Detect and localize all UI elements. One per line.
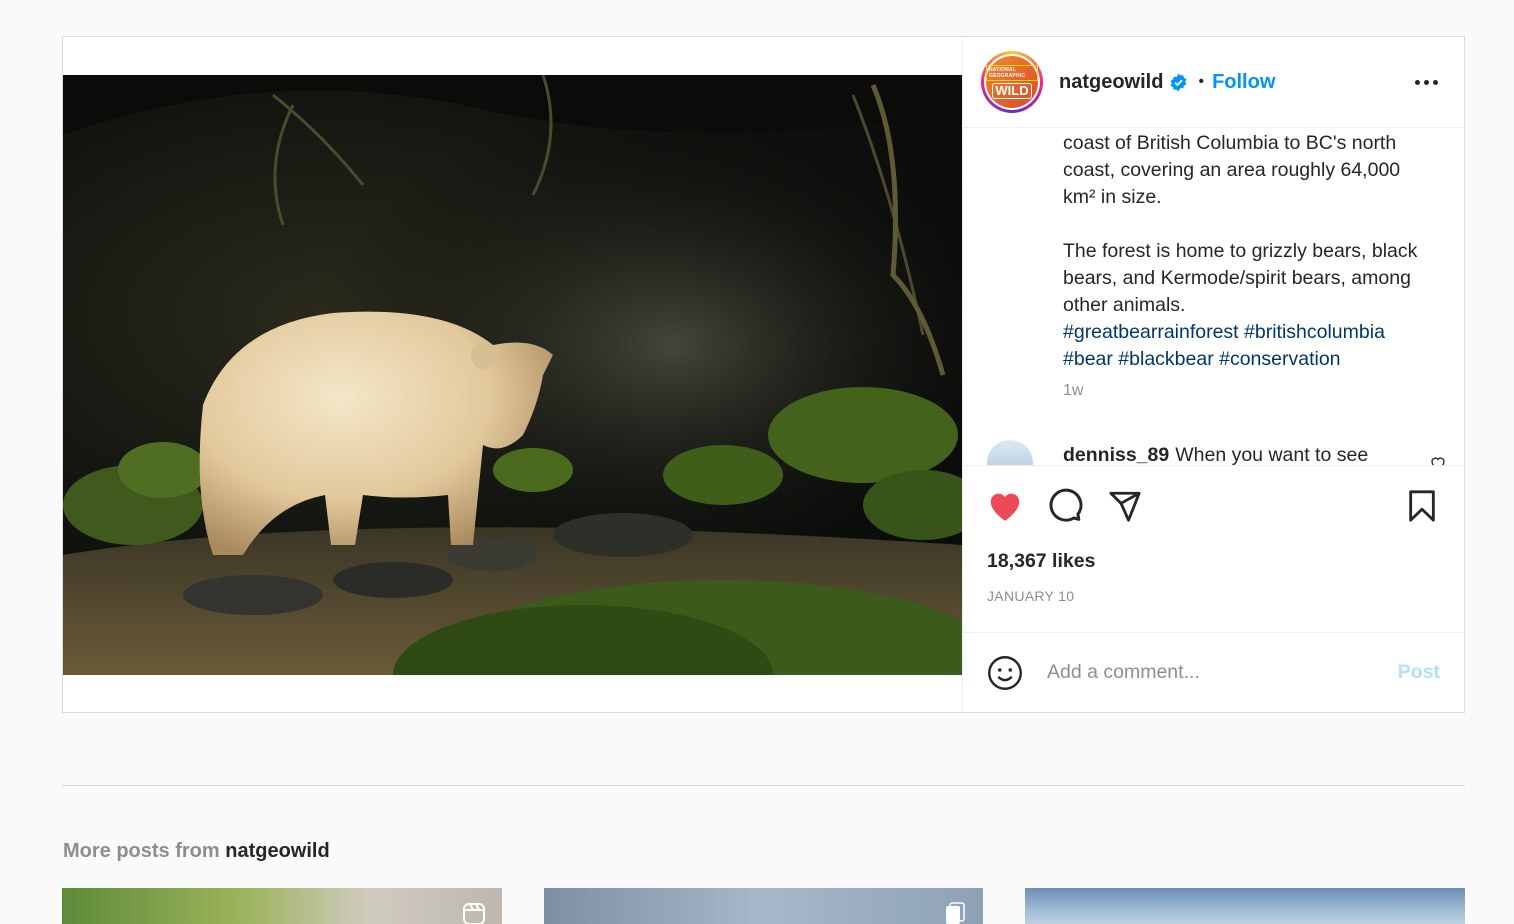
likes-count[interactable]: 18,367 likes <box>987 550 1095 573</box>
commenter-avatar[interactable] <box>987 440 1033 465</box>
logo-big-text: WILD <box>992 83 1032 99</box>
comments-scroll-area[interactable]: coast of British Columbia to BC's north … <box>963 128 1464 465</box>
post-sidebar: NATIONAL GEOGRAPHIC WILD natgeowild • Fo… <box>962 37 1464 712</box>
action-bar <box>985 486 1442 526</box>
post-comment-button[interactable]: Post <box>1398 661 1440 684</box>
comment-input[interactable] <box>1047 661 1398 684</box>
post-date[interactable]: JANUARY 10 <box>987 588 1074 604</box>
caption-timestamp[interactable]: 1w <box>1063 382 1083 400</box>
emoji-icon[interactable] <box>987 655 1023 691</box>
bear-photo-illustration <box>63 75 962 675</box>
logo-small-text: NATIONAL GEOGRAPHIC <box>986 65 1038 81</box>
section-divider <box>62 785 1465 786</box>
commenter-username[interactable]: denniss_89 <box>1063 444 1169 465</box>
more-posts-heading: More posts from natgeowild <box>63 840 330 863</box>
comment-like-icon[interactable] <box>1429 454 1447 465</box>
comment-icon[interactable] <box>1045 486 1085 526</box>
post-media <box>63 37 962 712</box>
reels-icon <box>463 903 485 924</box>
more-options-icon[interactable] <box>1407 72 1446 93</box>
comment-item: denniss_89 When you want to see <box>987 440 1447 465</box>
post-photo[interactable] <box>63 75 962 675</box>
header-separator: • <box>1198 73 1205 90</box>
more-dot <box>1424 79 1429 85</box>
follow-button[interactable]: Follow <box>1212 71 1275 94</box>
bookmark-icon[interactable] <box>1402 486 1442 526</box>
share-icon[interactable] <box>1105 486 1145 526</box>
heart-filled-icon[interactable] <box>985 486 1025 526</box>
username-link[interactable]: natgeowild <box>1059 71 1163 94</box>
comment-composer: Post <box>963 632 1464 712</box>
natgeo-wild-logo: NATIONAL GEOGRAPHIC WILD <box>986 56 1038 108</box>
caption-paragraph: coast of British Columbia to BC's north … <box>1063 132 1401 208</box>
verified-badge-icon <box>1169 73 1188 92</box>
more-post-thumbnail[interactable] <box>544 888 983 924</box>
post-actions-section: 18,367 likes JANUARY 10 <box>963 465 1464 632</box>
caption-paragraph: The forest is home to grizzly bears, bla… <box>1063 240 1418 316</box>
more-posts-prefix: More posts from <box>63 840 220 862</box>
post-caption: coast of British Columbia to BC's north … <box>1063 130 1433 373</box>
post-header: NATIONAL GEOGRAPHIC WILD natgeowild • Fo… <box>963 37 1464 128</box>
comment-body: When you want to see <box>1175 444 1369 465</box>
comment-text: denniss_89 When you want to see <box>1063 444 1368 465</box>
caption-hashtags[interactable]: #greatbearrainforest #britishcolumbia #b… <box>1063 319 1433 373</box>
more-post-thumbnail[interactable] <box>62 888 502 924</box>
more-dot <box>1415 79 1420 85</box>
avatar-border: NATIONAL GEOGRAPHIC WILD <box>984 54 1040 110</box>
carousel-icon <box>946 902 965 924</box>
more-posts-username[interactable]: natgeowild <box>225 840 329 862</box>
more-dot <box>1433 79 1438 85</box>
post-dialog: NATIONAL GEOGRAPHIC WILD natgeowild • Fo… <box>62 36 1465 713</box>
avatar[interactable]: NATIONAL GEOGRAPHIC WILD <box>981 51 1043 113</box>
more-post-thumbnail[interactable] <box>1025 888 1465 924</box>
